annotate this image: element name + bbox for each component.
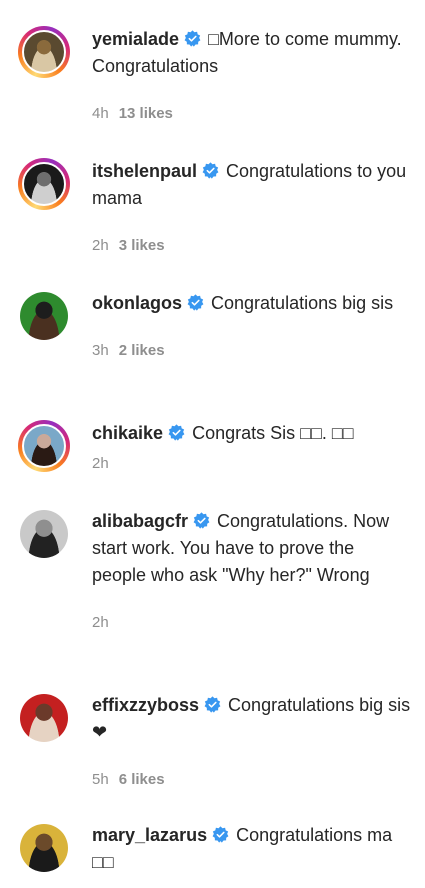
avatar-story-ring[interactable] xyxy=(18,158,70,210)
avatar-wrap[interactable] xyxy=(18,508,70,560)
comment-meta: 2h xyxy=(92,614,411,632)
comment-body: Congrats Sis □□. □□ xyxy=(187,423,354,443)
verified-badge-icon xyxy=(212,826,229,843)
comment-text-block: yemialade □More to come mummy. Congratul… xyxy=(92,26,411,80)
comment-meta: 5h 6 likes xyxy=(92,771,411,789)
avatar-wrap[interactable] xyxy=(18,822,70,874)
comment-username[interactable]: itshelenpaul xyxy=(92,161,197,181)
comment-username[interactable]: chikaike xyxy=(92,423,163,443)
comment-meta: 2h xyxy=(92,455,411,473)
comment-text-block: itshelenpaul Congratulations to you mama xyxy=(92,158,411,212)
comment-body: Congratulations big sis xyxy=(206,293,394,313)
verified-badge-icon xyxy=(202,162,219,179)
comment-time: 2h xyxy=(92,614,109,631)
comment-text-block: chikaike Congrats Sis □□. □□ xyxy=(92,420,411,447)
avatar[interactable] xyxy=(20,510,68,558)
comment-text-block: alibabagcfr Congratulations. Now start w… xyxy=(92,508,411,589)
verified-badge-icon xyxy=(193,512,210,529)
comment-likes[interactable]: 3 likes xyxy=(119,237,165,254)
avatar-story-ring[interactable] xyxy=(18,26,70,78)
avatar-wrap[interactable] xyxy=(18,290,70,342)
comment-time: 3h xyxy=(92,342,109,359)
avatar[interactable] xyxy=(20,694,68,742)
comments-list: yemialade □More to come mummy. Congratul… xyxy=(0,0,425,888)
comment-likes[interactable]: 6 likes xyxy=(119,771,165,788)
comment-likes[interactable]: 2 likes xyxy=(119,342,165,359)
avatar[interactable] xyxy=(22,424,66,468)
comment-meta: 3h 2 likes xyxy=(92,342,411,360)
comment-username[interactable]: effixzzyboss xyxy=(92,695,199,715)
comment-username[interactable]: yemialade xyxy=(92,29,179,49)
comment-time: 2h xyxy=(92,455,109,472)
comment-meta: 4h 13 likes xyxy=(92,105,411,123)
avatar[interactable] xyxy=(22,162,66,206)
comment-text-block: mary_lazarus Congratulations ma □□ xyxy=(92,822,411,876)
comment-text-block: effixzzyboss Congratulations big sis❤ xyxy=(92,692,411,746)
comment-time: 2h xyxy=(92,237,109,254)
verified-badge-icon xyxy=(204,696,221,713)
avatar-wrap[interactable] xyxy=(18,692,70,744)
comment-meta: 2h 3 likes xyxy=(92,237,411,255)
verified-badge-icon xyxy=(184,30,201,47)
avatar[interactable] xyxy=(22,30,66,74)
comment-time: 4h xyxy=(92,105,109,122)
comment-username[interactable]: okonlagos xyxy=(92,293,182,313)
verified-badge-icon xyxy=(168,424,185,441)
comment-time: 5h xyxy=(92,771,109,788)
avatar[interactable] xyxy=(20,292,68,340)
avatar-story-ring[interactable] xyxy=(18,420,70,472)
comment-text-block: okonlagos Congratulations big sis xyxy=(92,290,411,317)
verified-badge-icon xyxy=(187,294,204,311)
comment-likes[interactable]: 13 likes xyxy=(119,105,173,122)
comment-username[interactable]: alibabagcfr xyxy=(92,511,188,531)
avatar[interactable] xyxy=(20,824,68,872)
comment-username[interactable]: mary_lazarus xyxy=(92,825,207,845)
